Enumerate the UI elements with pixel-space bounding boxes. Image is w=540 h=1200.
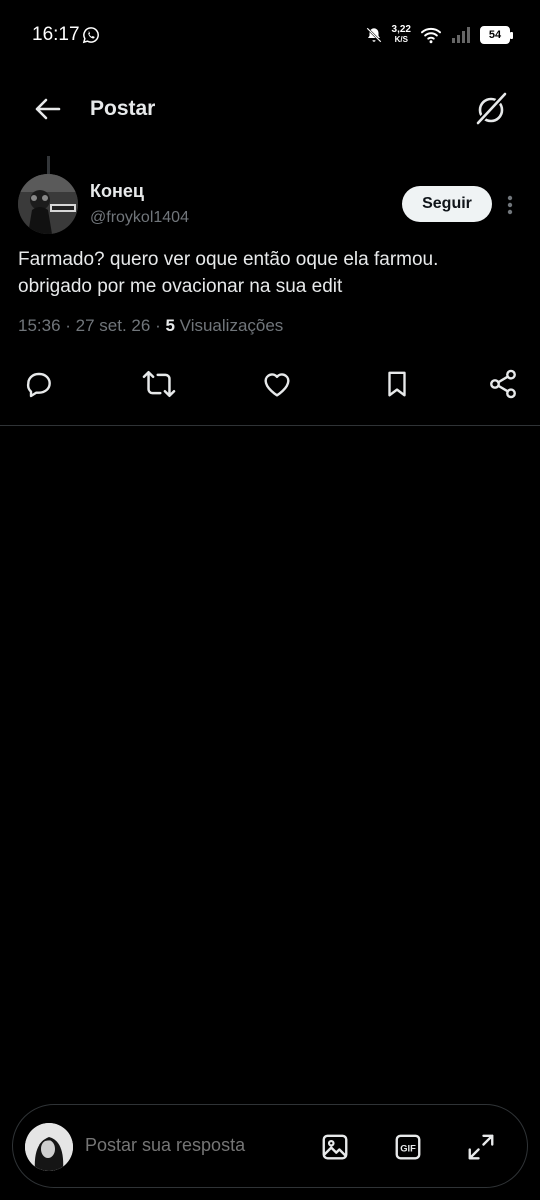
meta-separator: ·	[65, 316, 76, 335]
like-button[interactable]	[257, 364, 297, 404]
user-avatar-image	[25, 1123, 73, 1171]
grok-button[interactable]	[472, 90, 510, 128]
more-vertical-icon	[507, 195, 513, 215]
post-text-line: Farmado? quero ver oque então oque ela f…	[18, 249, 439, 270]
arrow-left-icon	[35, 98, 61, 120]
reply-icon	[26, 372, 51, 398]
status-right: 3,22 K/S 54	[365, 22, 513, 48]
bookmark-button[interactable]	[377, 364, 417, 404]
heart-icon	[264, 373, 290, 397]
signal-icon	[452, 27, 470, 43]
svg-text:GIF: GIF	[400, 1143, 416, 1153]
author-handle[interactable]: @froykol1404	[90, 209, 189, 227]
expand-icon	[468, 1134, 494, 1160]
post-time: 15:36	[18, 316, 61, 335]
image-icon	[322, 1134, 348, 1160]
network-speed: 3,22 K/S	[392, 25, 411, 45]
whatsapp-icon	[82, 27, 99, 44]
more-options-button[interactable]	[500, 193, 520, 217]
post-text: Farmado? quero ver oque então oque ela f…	[18, 246, 523, 300]
top-bar: Postar	[0, 80, 540, 138]
share-button[interactable]	[483, 364, 523, 404]
reply-composer: GIF	[12, 1104, 528, 1188]
follow-button[interactable]: Seguir	[402, 186, 492, 222]
author-name[interactable]: Конец	[90, 181, 144, 202]
avatar-image	[18, 174, 78, 234]
battery-icon: 54	[480, 26, 513, 44]
reply-button[interactable]	[19, 364, 59, 404]
battery-level: 54	[488, 29, 502, 41]
post-text-line: obrigado por me ovacionar na sua edit	[18, 276, 343, 297]
speed-value: 3,22	[391, 24, 411, 35]
post-date: 27 set. 26	[75, 316, 151, 335]
wifi-icon	[421, 27, 441, 44]
gif-icon: GIF	[395, 1134, 421, 1160]
status-time: 16:17	[32, 24, 80, 45]
speed-unit: K/S	[394, 35, 408, 44]
post-actions	[0, 364, 540, 404]
add-gif-button[interactable]: GIF	[390, 1129, 426, 1165]
add-image-button[interactable]	[317, 1129, 353, 1165]
thread-connector	[47, 156, 50, 176]
post-meta: 15:36 · 27 set. 26 · 5 Visualizações	[18, 316, 283, 336]
divider	[0, 425, 540, 426]
user-avatar[interactable]	[25, 1123, 73, 1171]
bell-muted-icon	[365, 27, 382, 43]
views-label[interactable]: Visualizações	[180, 316, 284, 335]
reply-input[interactable]	[85, 1135, 317, 1156]
meta-separator: ·	[155, 316, 166, 335]
views-count: 5	[165, 316, 175, 335]
page-title: Postar	[90, 97, 156, 120]
avatar[interactable]	[18, 174, 78, 234]
share-icon	[490, 369, 516, 399]
back-button[interactable]	[30, 94, 64, 124]
status-bar: 16:17 3,22 K/S 54	[0, 0, 540, 70]
repost-icon	[142, 370, 176, 398]
grok-icon	[474, 91, 508, 127]
repost-button[interactable]	[139, 364, 179, 404]
post-screen: 16:17 3,22 K/S 54 Postar Конец @froykol1…	[0, 0, 540, 1200]
expand-button[interactable]	[463, 1129, 499, 1165]
bookmark-icon	[388, 371, 406, 397]
